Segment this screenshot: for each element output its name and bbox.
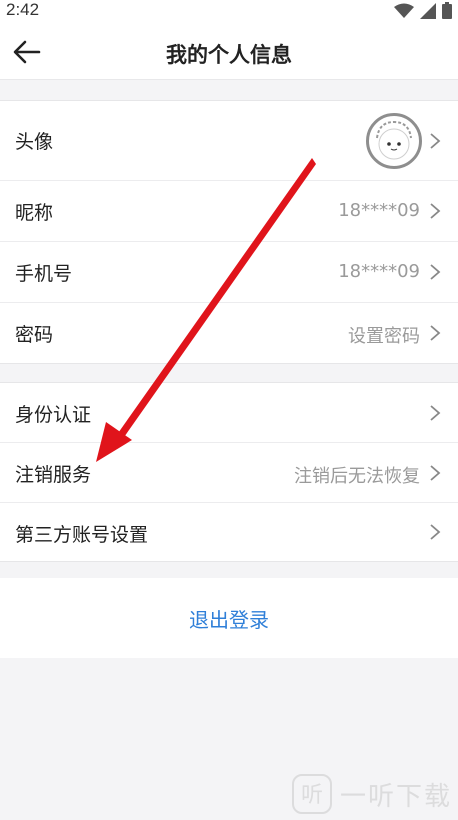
row-label-nickname: 昵称 [15,202,54,224]
status-time: 2:42 [6,0,40,19]
row-avatar[interactable]: 头像 [0,101,458,181]
row-label-third-party: 第三方账号设置 [15,524,149,546]
chevron-right-icon [430,405,441,421]
row-value-cancel-account: 注销后无法恢复 [294,466,420,487]
account-group: 身份认证 注销服务 注销后无法恢复 第三方账号设置 [0,382,458,562]
logout-button[interactable]: 退出登录 [0,604,458,633]
watermark-text: 一听下载 [339,781,452,812]
row-phone[interactable]: 手机号 18****09 [0,242,458,303]
row-nickname[interactable]: 昵称 18****09 [0,181,458,242]
chevron-right-icon [430,133,441,149]
svg-text:听: 听 [301,783,323,808]
battery-icon [442,2,452,19]
avatar-face-icon [376,120,412,160]
logout-area: 退出登录 [0,578,458,658]
row-label-avatar: 头像 [15,131,54,153]
watermark-logo-icon: 听 [291,774,332,814]
chevron-right-icon [430,203,441,219]
watermark: 听 一听下载 [291,774,452,814]
profile-group: 头像 昵称 18****09 手机号 18****09 密码 设置密码 [0,100,458,364]
wifi-icon [394,3,414,18]
chevron-right-icon [430,264,441,280]
avatar[interactable] [366,113,422,169]
chevron-right-icon [430,524,441,540]
row-password[interactable]: 密码 设置密码 [0,303,458,363]
chevron-right-icon [430,325,441,341]
row-value-phone: 18****09 [338,261,420,282]
row-label-password: 密码 [15,324,54,346]
row-identity[interactable]: 身份认证 [0,383,458,443]
row-value-nickname: 18****09 [338,200,420,221]
row-cancel-account[interactable]: 注销服务 注销后无法恢复 [0,443,458,503]
status-icons [394,2,452,19]
signal-icon [420,2,436,19]
row-label-identity: 身份认证 [15,404,92,426]
chevron-right-icon [430,465,441,481]
row-third-party[interactable]: 第三方账号设置 [0,503,458,561]
page-title: 我的个人信息 [166,43,292,67]
row-label-phone: 手机号 [15,263,73,285]
row-value-password: 设置密码 [348,326,420,347]
header: 我的个人信息 [0,22,458,80]
row-label-cancel-account: 注销服务 [15,464,92,486]
status-bar: 2:42 [0,0,458,22]
